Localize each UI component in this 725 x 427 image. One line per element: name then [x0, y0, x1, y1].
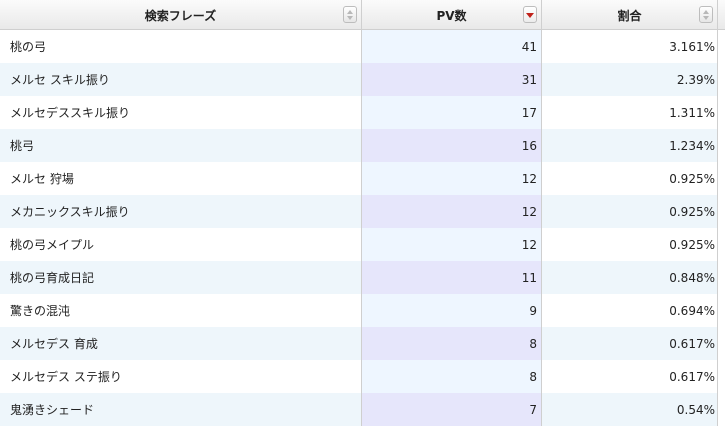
ratio-cell: 0.848%	[542, 261, 718, 294]
sort-toggle-icon[interactable]	[343, 6, 357, 23]
pv-cell: 12	[362, 228, 542, 261]
pv-cell: 11	[362, 261, 542, 294]
table-body: 桃の弓 41 3.161% メルセ スキル振り 31 2.39% メルセデススキル振り 17 1…	[0, 30, 725, 426]
phrase-cell: 鬼湧きシェード	[0, 393, 362, 426]
table-row[interactable]: メカニックスキル振り 12 0.925%	[0, 195, 725, 228]
table-row[interactable]: 桃の弓育成日記 11 0.848%	[0, 261, 725, 294]
table-row[interactable]: 鬼湧きシェード 7 0.54%	[0, 393, 725, 426]
pv-cell: 8	[362, 360, 542, 393]
scrollbar-gutter	[718, 30, 725, 427]
phrase-cell: メルセ 狩場	[0, 162, 362, 195]
table-row[interactable]: 桃の弓メイプル 12 0.925%	[0, 228, 725, 261]
ratio-cell: 0.925%	[542, 228, 718, 261]
column-header-phrase-label: 検索フレーズ	[144, 8, 217, 23]
phrase-cell: メルセデス 育成	[0, 327, 362, 360]
phrase-cell: 驚きの混沌	[0, 294, 362, 327]
sort-desc-icon[interactable]	[523, 6, 537, 23]
ratio-cell: 3.161%	[542, 30, 718, 63]
table-header: 検索フレーズ PV数 割合	[0, 0, 725, 30]
ratio-cell: 0.617%	[542, 360, 718, 393]
column-header-ratio[interactable]: 割合	[542, 0, 718, 30]
pv-cell: 7	[362, 393, 542, 426]
table-row[interactable]: 桃の弓 41 3.161%	[0, 30, 725, 63]
phrase-cell: 桃弓	[0, 129, 362, 162]
table-row[interactable]: メルセ 狩場 12 0.925%	[0, 162, 725, 195]
search-phrase-table: 検索フレーズ PV数 割合 桃の弓 41 3.161% メルセ スキル振り 31 2.39…	[0, 0, 725, 427]
ratio-cell: 1.311%	[542, 96, 718, 129]
ratio-cell: 2.39%	[542, 63, 718, 96]
pv-cell: 31	[362, 63, 542, 96]
table-row[interactable]: 桃弓 16 1.234%	[0, 129, 725, 162]
phrase-cell: メルセ スキル振り	[0, 63, 362, 96]
phrase-cell: 桃の弓	[0, 30, 362, 63]
table-row[interactable]: メルセ スキル振り 31 2.39%	[0, 63, 725, 96]
ratio-cell: 0.54%	[542, 393, 718, 426]
pv-cell: 41	[362, 30, 542, 63]
table-row[interactable]: メルセデススキル振り 17 1.311%	[0, 96, 725, 129]
phrase-cell: 桃の弓育成日記	[0, 261, 362, 294]
column-header-pv-label: PV数	[436, 8, 467, 23]
table-row[interactable]: 驚きの混沌 9 0.694%	[0, 294, 725, 327]
ratio-cell: 1.234%	[542, 129, 718, 162]
phrase-cell: メルセデススキル振り	[0, 96, 362, 129]
pv-cell: 16	[362, 129, 542, 162]
ratio-cell: 0.925%	[542, 162, 718, 195]
pv-cell: 17	[362, 96, 542, 129]
pv-cell: 8	[362, 327, 542, 360]
ratio-cell: 0.925%	[542, 195, 718, 228]
table-row[interactable]: メルセデス ステ振り 8 0.617%	[0, 360, 725, 393]
column-header-pv[interactable]: PV数	[362, 0, 542, 30]
sort-toggle-icon[interactable]	[699, 6, 713, 23]
phrase-cell: メカニックスキル振り	[0, 195, 362, 228]
pv-cell: 9	[362, 294, 542, 327]
column-header-ratio-label: 割合	[617, 8, 642, 23]
table-row[interactable]: メルセデス 育成 8 0.617%	[0, 327, 725, 360]
ratio-cell: 0.617%	[542, 327, 718, 360]
column-header-phrase[interactable]: 検索フレーズ	[0, 0, 362, 30]
ratio-cell: 0.694%	[542, 294, 718, 327]
pv-cell: 12	[362, 162, 542, 195]
phrase-cell: メルセデス ステ振り	[0, 360, 362, 393]
phrase-cell: 桃の弓メイプル	[0, 228, 362, 261]
pv-cell: 12	[362, 195, 542, 228]
